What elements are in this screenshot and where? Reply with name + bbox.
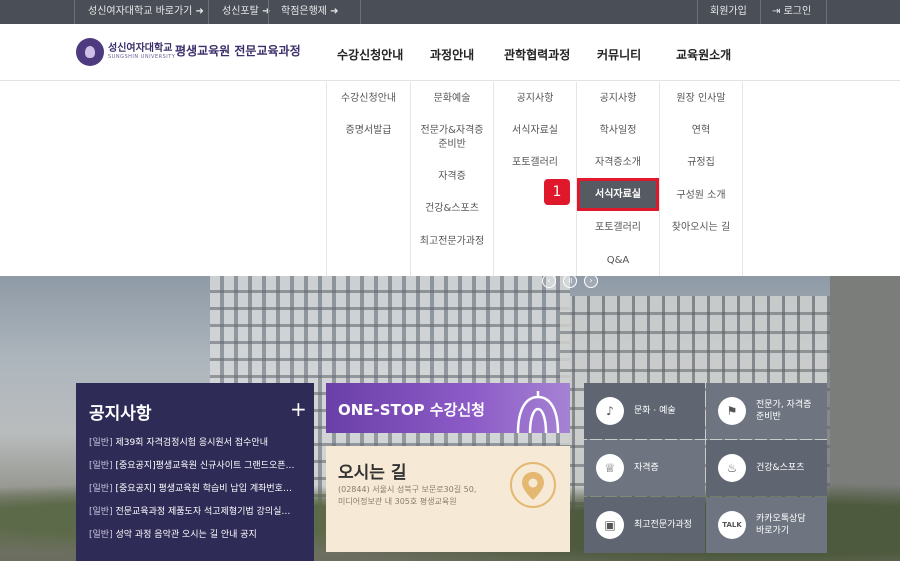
nav-community[interactable]: 커뮤니티 (597, 46, 641, 63)
menu-column-about: 원장 인사말 연혁 규정집 구성원 소개 찾아오시는 길 (659, 82, 743, 276)
divider (360, 0, 361, 24)
top-utility-bar: 성신여자대학교 바로가기 ➜ 성신포탈 ➜ 학점은행제 ➜ 회원가입 ⇥ 로그인 (0, 0, 900, 24)
menu-item[interactable]: 연혁 (660, 124, 742, 138)
quick-link-top-expert[interactable]: ▣ 최고전문가과정 (584, 497, 705, 553)
quick-link-certification[interactable]: ♕ 자격증 (584, 440, 705, 496)
divider (74, 0, 75, 24)
quick-link-label: 자격증 (634, 463, 659, 473)
link-credit-bank[interactable]: 학점은행제 ➜ (281, 0, 339, 24)
trophy-icon: ♕ (596, 454, 624, 482)
login-link[interactable]: ⇥ 로그인 (772, 0, 811, 24)
quick-link-kakao-talk[interactable]: TALK 카카오톡상담 바로가기 (706, 497, 827, 553)
menu-column-courses: 문화예술 전문가&자격증 준비반 자격증 건강&스포츠 최고전문가과정 (410, 82, 493, 276)
notice-text: 성악 과정 음악관 오시는 길 안내 공지 (112, 530, 257, 540)
notice-panel: 공지사항 + [일반] 제39회 자격검정시험 응시원서 접수안내 [일반] [… (76, 383, 314, 561)
menu-item[interactable]: 규정집 (660, 156, 742, 170)
sports-icon: ♨ (718, 454, 746, 482)
divider (697, 0, 698, 24)
menu-item[interactable]: 문화예술 (411, 92, 493, 106)
certificate-icon: ▣ (596, 511, 624, 539)
join-link[interactable]: 회원가입 (710, 0, 747, 24)
menu-item[interactable]: 건강&스포츠 (411, 202, 493, 216)
notice-item[interactable]: [일반] [중요공지] 평생교육원 학습비 납입 계좌번호… (89, 481, 307, 494)
notice-item[interactable]: [일반] 전문교육과정 제품도자 석고제형기법 강의실… (89, 504, 307, 517)
login-label: 로그인 (783, 6, 812, 17)
quick-link-label: 카카오톡상담 바로가기 (756, 514, 806, 536)
menu-item[interactable]: 수강신청안내 (327, 92, 410, 106)
notice-item[interactable]: [일반] 제39회 자격검정시험 응시원서 접수안내 (89, 435, 307, 448)
menu-item-label: 서식자료실 (595, 189, 641, 200)
login-icon: ⇥ (772, 6, 781, 17)
university-emblem-icon[interactable] (76, 38, 104, 66)
menu-item[interactable]: 찾아오시는 길 (660, 221, 742, 235)
talk-icon: TALK (718, 511, 746, 539)
menu-item[interactable]: 자격증소개 (577, 156, 659, 170)
divider (826, 0, 827, 24)
menu-column-registration: 수강신청안내 증명서발급 (326, 82, 410, 276)
divider (760, 0, 761, 24)
link-university-home[interactable]: 성신여자대학교 바로가기 ➜ (88, 0, 204, 24)
quick-link-culture-art[interactable]: ♪ 문화 · 예술 (584, 383, 705, 439)
divider (208, 0, 209, 24)
notice-text: [중요공지] 평생교육원 학습비 납입 계좌번호… (112, 484, 292, 494)
nav-partnership[interactable]: 관학협력과정 (504, 46, 570, 63)
onestop-label: ONE-STOP 수강신청 (338, 401, 485, 419)
menu-item[interactable]: 공지사항 (494, 92, 576, 106)
menu-item[interactable]: 공지사항 (577, 92, 659, 106)
menu-item[interactable]: 포토갤러리 (494, 156, 576, 170)
menu-item[interactable]: 원장 인사말 (660, 92, 742, 106)
notice-category: [일반] (89, 507, 113, 517)
site-title[interactable]: 평생교육원 전문교육과정 (175, 42, 301, 59)
nav-about[interactable]: 교육원소개 (676, 46, 731, 63)
notice-title: 공지사항 (89, 404, 152, 424)
music-note-icon: ♪ (596, 397, 624, 425)
menu-item[interactable]: 전문가&자격증 준비반 (411, 124, 493, 152)
notice-category: [일반] (89, 438, 113, 448)
divider (268, 0, 269, 24)
notice-more-icon[interactable]: + (290, 397, 307, 421)
quick-links-grid: ♪ 문화 · 예술 ⚑ 전문가, 자격증 준비반 ♕ 자격증 ♨ 건강&스포츠 … (584, 383, 827, 553)
annotation-badge: 1 (544, 179, 570, 205)
notice-item[interactable]: [일반] [중요공지]평생교육원 신규사이트 그랜드오픈… (89, 458, 307, 471)
site-header: 성신여자대학교 SUNGSHIN UNIVERSITY 평생교육원 전문교육과정… (0, 24, 900, 81)
quick-link-label: 문화 · 예술 (634, 406, 676, 416)
university-name[interactable]: 성신여자대학교 (108, 39, 172, 54)
slide-next-icon[interactable]: › (584, 274, 598, 288)
mouse-click-icon (516, 391, 560, 433)
quick-link-label: 최고전문가과정 (634, 520, 692, 530)
mega-menu-dropdown: 수강신청안내 증명서발급 문화예술 전문가&자격증 준비반 자격증 건강&스포츠… (0, 82, 900, 276)
quick-link-label: 건강&스포츠 (756, 463, 805, 473)
nav-courses[interactable]: 과정안내 (430, 46, 474, 63)
quick-link-expert-cert[interactable]: ⚑ 전문가, 자격증 준비반 (706, 383, 827, 439)
menu-item[interactable]: Q&A (577, 254, 659, 268)
menu-item[interactable]: 증명서발급 (327, 124, 410, 138)
notice-text: 제39회 자격검정시험 응시원서 접수안내 (112, 438, 268, 448)
onestop-registration-button[interactable]: ONE-STOP 수강신청 (326, 383, 570, 433)
menu-item-forms-library-highlighted[interactable]: 서식자료실 (577, 178, 659, 211)
flag-icon: ⚑ (718, 397, 746, 425)
menu-item[interactable]: 포토갤러리 (577, 221, 659, 235)
menu-item[interactable]: 학사일정 (577, 124, 659, 138)
menu-item[interactable]: 서식자료실 (494, 124, 576, 138)
menu-item[interactable]: 구성원 소개 (660, 189, 742, 203)
directions-address: (02844) 서울시 성북구 보문로30길 50, 미디어정보관 내 305호… (338, 485, 477, 506)
notice-category: [일반] (89, 530, 113, 540)
quick-link-health-sports[interactable]: ♨ 건강&스포츠 (706, 440, 827, 496)
university-name-en: SUNGSHIN UNIVERSITY (108, 54, 176, 60)
notice-category: [일반] (89, 484, 113, 494)
link-portal[interactable]: 성신포탈 ➜ (222, 0, 270, 24)
directions-panel[interactable]: 오시는 길 (02844) 서울시 성북구 보문로30길 50, 미디어정보관 … (326, 446, 570, 552)
notice-item[interactable]: [일반] 성악 과정 음악관 오시는 길 안내 공지 (89, 527, 307, 540)
slide-prev-icon[interactable]: ‹ (542, 274, 556, 288)
notice-category: [일반] (89, 461, 113, 471)
menu-item[interactable]: 최고전문가과정 (411, 235, 493, 249)
notice-text: [중요공지]평생교육원 신규사이트 그랜드오픈… (112, 461, 295, 471)
map-pin-icon (510, 462, 556, 508)
menu-item[interactable]: 자격증 (411, 170, 493, 184)
directions-title: 오시는 길 (338, 463, 407, 483)
notice-text: 전문교육과정 제품도자 석고제형기법 강의실… (112, 507, 291, 517)
quick-link-label: 전문가, 자격증 준비반 (756, 400, 812, 422)
slide-pause-icon[interactable]: ॥ (563, 274, 577, 288)
nav-registration[interactable]: 수강신청안내 (337, 46, 403, 63)
